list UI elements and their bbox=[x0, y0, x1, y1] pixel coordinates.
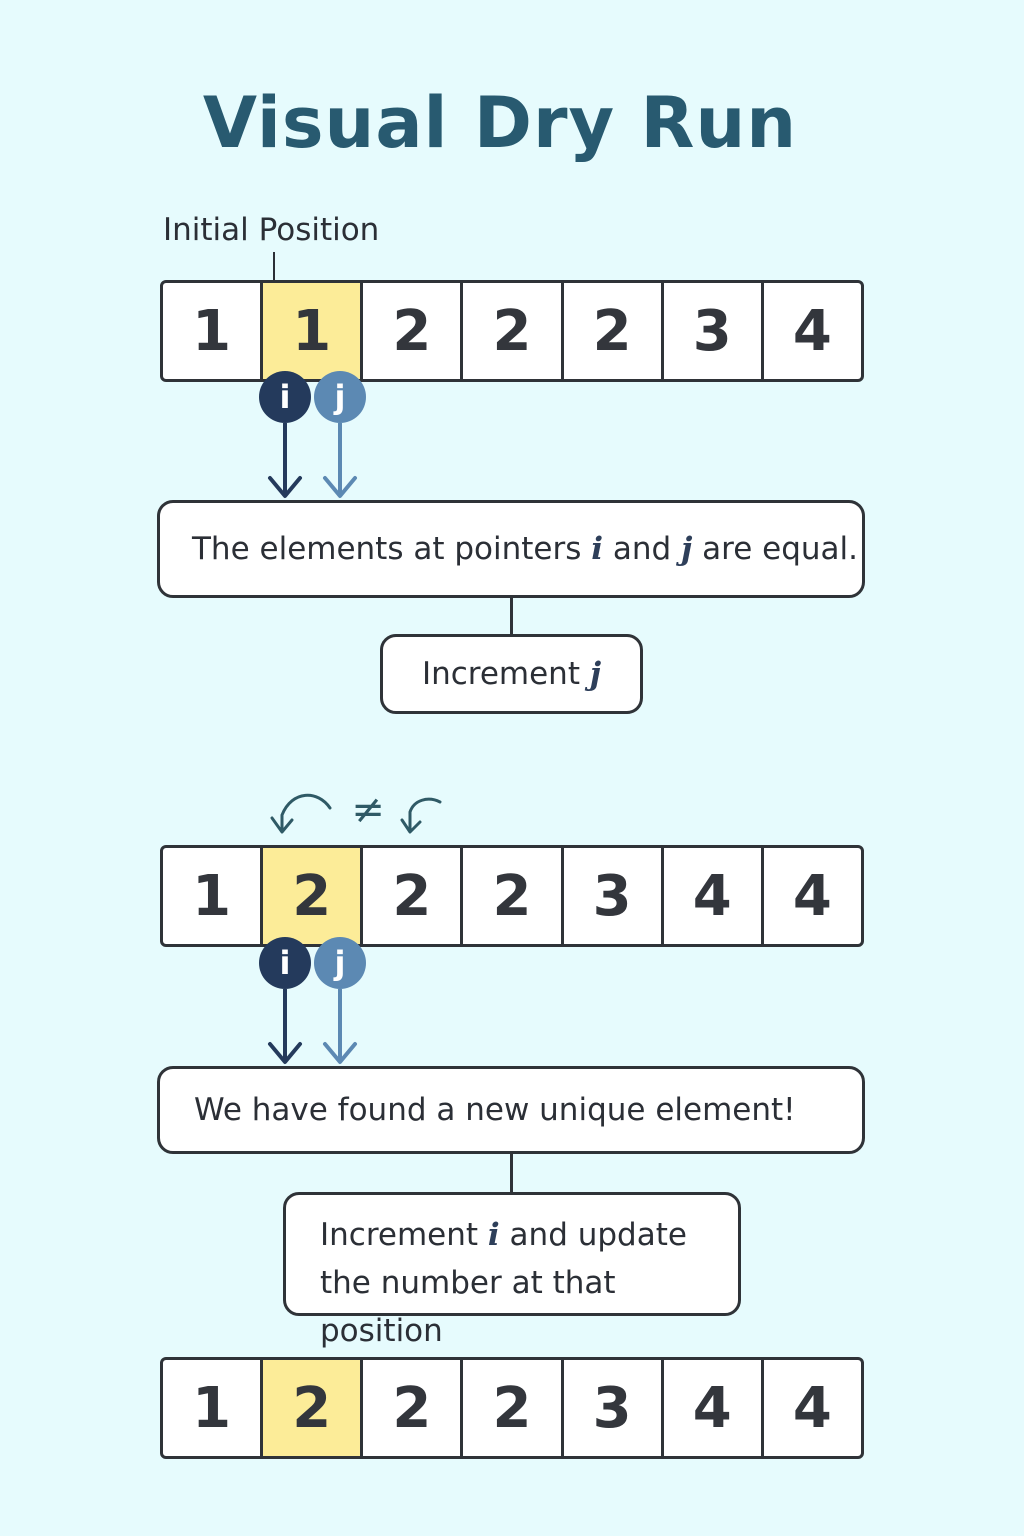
arrow-j-step2 bbox=[323, 989, 357, 1064]
arrows-overlay: ≠ bbox=[268, 423, 442, 1064]
not-equal-symbol: ≠ bbox=[351, 787, 385, 833]
arrow-i-step1 bbox=[268, 423, 302, 498]
arrow-i-step2 bbox=[268, 989, 302, 1064]
arrow-j-step1 bbox=[323, 423, 357, 498]
